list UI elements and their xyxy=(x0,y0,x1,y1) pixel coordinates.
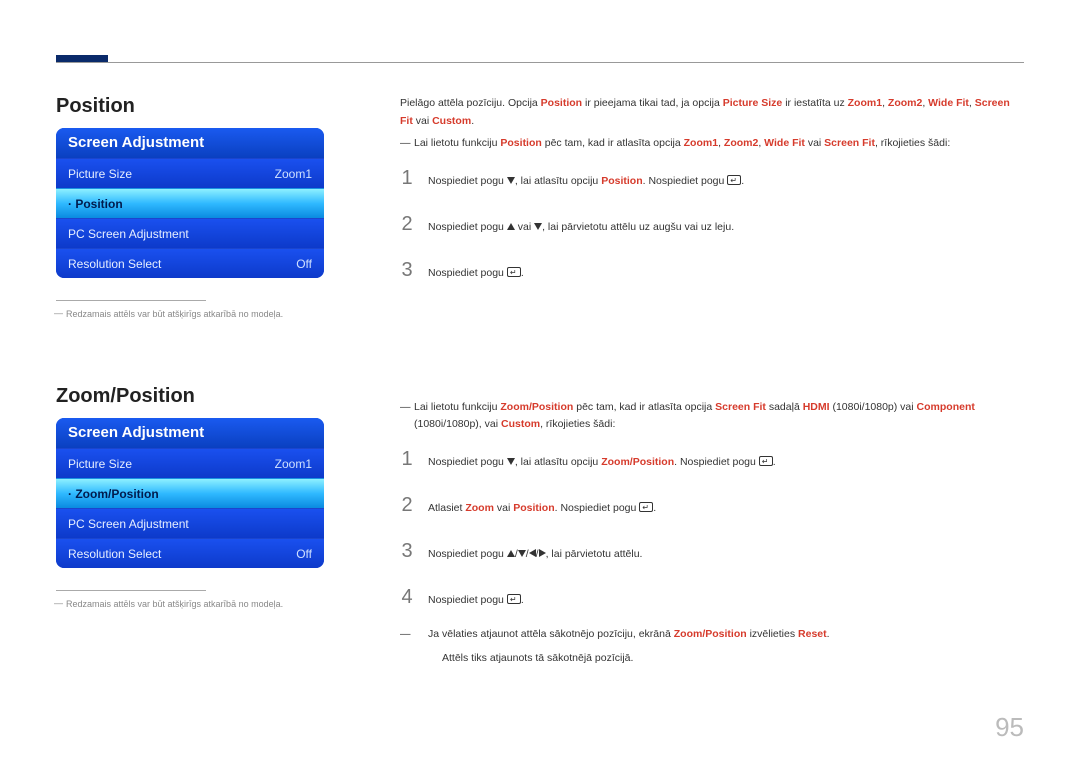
kw-component: Component xyxy=(917,401,975,413)
step-2: 2 Nospiediet pogu vai , lai pārvietotu a… xyxy=(400,207,1024,241)
osd-title: Screen Adjustment xyxy=(56,128,324,158)
down-arrow-icon xyxy=(518,550,526,557)
osd-row-resolution-select[interactable]: Resolution Select Off xyxy=(56,248,324,278)
kw-custom: Custom xyxy=(501,418,540,430)
osd-row-label: Resolution Select xyxy=(68,249,161,278)
kw-zoom-position: Zoom/Position xyxy=(674,628,747,640)
osd-row-pc-screen-adjustment[interactable]: PC Screen Adjustment xyxy=(56,508,324,538)
enter-icon xyxy=(759,456,773,466)
heading-zoom-position: Zoom/Position xyxy=(56,385,336,408)
reset-subnote: Attēls tiks atjaunots tā sākotnējā pozīc… xyxy=(400,650,1024,668)
osd-row-value: Zoom1 xyxy=(275,449,312,478)
osd-row-label: Resolution Select xyxy=(68,539,161,568)
step-number: 3 xyxy=(400,253,414,287)
osd-row-label: PC Screen Adjustment xyxy=(68,219,189,248)
kw-zoom-position: Zoom/Position xyxy=(500,401,573,413)
step-number: 1 xyxy=(400,442,414,476)
right-column: Pielāgo attēla pozīciju. Opcija Position… xyxy=(400,95,1024,723)
kw-zoom2: Zoom2 xyxy=(888,97,922,109)
kw-hdmi: HDMI xyxy=(803,401,830,413)
intro-paragraph: Pielāgo attēla pozīciju. Opcija Position… xyxy=(400,95,1024,131)
up-arrow-icon xyxy=(507,550,515,557)
chapter-accent-bar xyxy=(56,55,108,62)
step-4: 4 Nospiediet pogu . xyxy=(400,580,1024,614)
kw-wide-fit: Wide Fit xyxy=(764,137,805,149)
step-number: 4 xyxy=(400,580,414,614)
left-column: Position Screen Adjustment Picture Size … xyxy=(56,95,336,723)
down-arrow-icon xyxy=(507,458,515,465)
osd-row-label: Picture Size xyxy=(68,159,132,188)
osd-row-picture-size[interactable]: Picture Size Zoom1 xyxy=(56,158,324,188)
reset-note: Ja vēlaties atjaunot attēla sākotnējo po… xyxy=(400,626,1024,644)
zoom-position-text-block: Lai lietotu funkciju Zoom/Position pēc t… xyxy=(400,399,1024,668)
enter-icon xyxy=(507,594,521,604)
top-horizontal-rule xyxy=(56,62,1024,63)
osd-row-value: Off xyxy=(296,539,312,568)
kw-reset: Reset xyxy=(798,628,827,640)
footnote-rule xyxy=(56,300,206,301)
osd-title: Screen Adjustment xyxy=(56,418,324,448)
kw-zoom: Zoom xyxy=(465,502,494,514)
enter-icon xyxy=(639,502,653,512)
kw-zoom2: Zoom2 xyxy=(724,137,758,149)
kw-zoom1: Zoom1 xyxy=(684,137,718,149)
right-arrow-icon xyxy=(539,549,546,557)
up-arrow-icon xyxy=(507,223,515,230)
osd-row-zoom-position[interactable]: · Zoom/Position xyxy=(56,478,324,508)
osd-row-pc-screen-adjustment[interactable]: PC Screen Adjustment xyxy=(56,218,324,248)
position-text-block: Pielāgo attēla pozīciju. Opcija Position… xyxy=(400,95,1024,287)
osd-panel-zoom-position: Screen Adjustment Picture Size Zoom1 · Z… xyxy=(56,418,324,568)
kw-position: Position xyxy=(513,502,554,514)
osd-row-label: · Zoom/Position xyxy=(68,479,159,508)
step-3: 3 Nospiediet pogu . xyxy=(400,253,1024,287)
kw-position: Position xyxy=(541,97,582,109)
steps-zoom-position: 1 Nospiediet pogu , lai atlasītu opciju … xyxy=(400,442,1024,614)
kw-screen-fit: Screen Fit xyxy=(715,401,766,413)
left-arrow-icon xyxy=(529,549,536,557)
page-number: 95 xyxy=(995,712,1024,743)
osd-row-label: Picture Size xyxy=(68,449,132,478)
instruction-note: Lai lietotu funkciju Position pēc tam, k… xyxy=(400,135,1024,153)
heading-position: Position xyxy=(56,95,336,118)
steps-position: 1 Nospiediet pogu , lai atlasītu opciju … xyxy=(400,161,1024,287)
osd-row-value: Off xyxy=(296,249,312,278)
step-number: 1 xyxy=(400,161,414,195)
footnote-rule xyxy=(56,590,206,591)
osd-row-label: · Position xyxy=(68,189,123,218)
image-disclaimer: Redzamais attēls var būt atšķirīgs atkar… xyxy=(56,309,336,319)
kw-custom: Custom xyxy=(432,115,471,127)
osd-row-picture-size[interactable]: Picture Size Zoom1 xyxy=(56,448,324,478)
step-2: 2 Atlasiet Zoom vai Position. Nospiediet… xyxy=(400,488,1024,522)
step-number: 2 xyxy=(400,207,414,241)
osd-row-resolution-select[interactable]: Resolution Select Off xyxy=(56,538,324,568)
image-disclaimer: Redzamais attēls var būt atšķirīgs atkar… xyxy=(56,599,336,609)
osd-row-value: Zoom1 xyxy=(275,159,312,188)
kw-position: Position xyxy=(500,137,541,149)
osd-row-label: PC Screen Adjustment xyxy=(68,509,189,538)
kw-zoom1: Zoom1 xyxy=(848,97,882,109)
kw-position: Position xyxy=(601,175,642,187)
step-1: 1 Nospiediet pogu , lai atlasītu opciju … xyxy=(400,442,1024,476)
step-number: 2 xyxy=(400,488,414,522)
osd-panel-position: Screen Adjustment Picture Size Zoom1 · P… xyxy=(56,128,324,278)
osd-row-position[interactable]: · Position xyxy=(56,188,324,218)
down-arrow-icon xyxy=(507,177,515,184)
kw-screen-fit: Screen Fit xyxy=(824,137,875,149)
instruction-note: Lai lietotu funkciju Zoom/Position pēc t… xyxy=(400,399,1024,435)
step-3: 3 Nospiediet pogu ///, lai pārvietotu at… xyxy=(400,534,1024,568)
enter-icon xyxy=(507,267,521,277)
kw-wide-fit: Wide Fit xyxy=(928,97,969,109)
kw-picture-size: Picture Size xyxy=(723,97,783,109)
step-1: 1 Nospiediet pogu , lai atlasītu opciju … xyxy=(400,161,1024,195)
kw-zoom-position: Zoom/Position xyxy=(601,456,674,468)
step-number: 3 xyxy=(400,534,414,568)
down-arrow-icon xyxy=(534,223,542,230)
enter-icon xyxy=(727,175,741,185)
